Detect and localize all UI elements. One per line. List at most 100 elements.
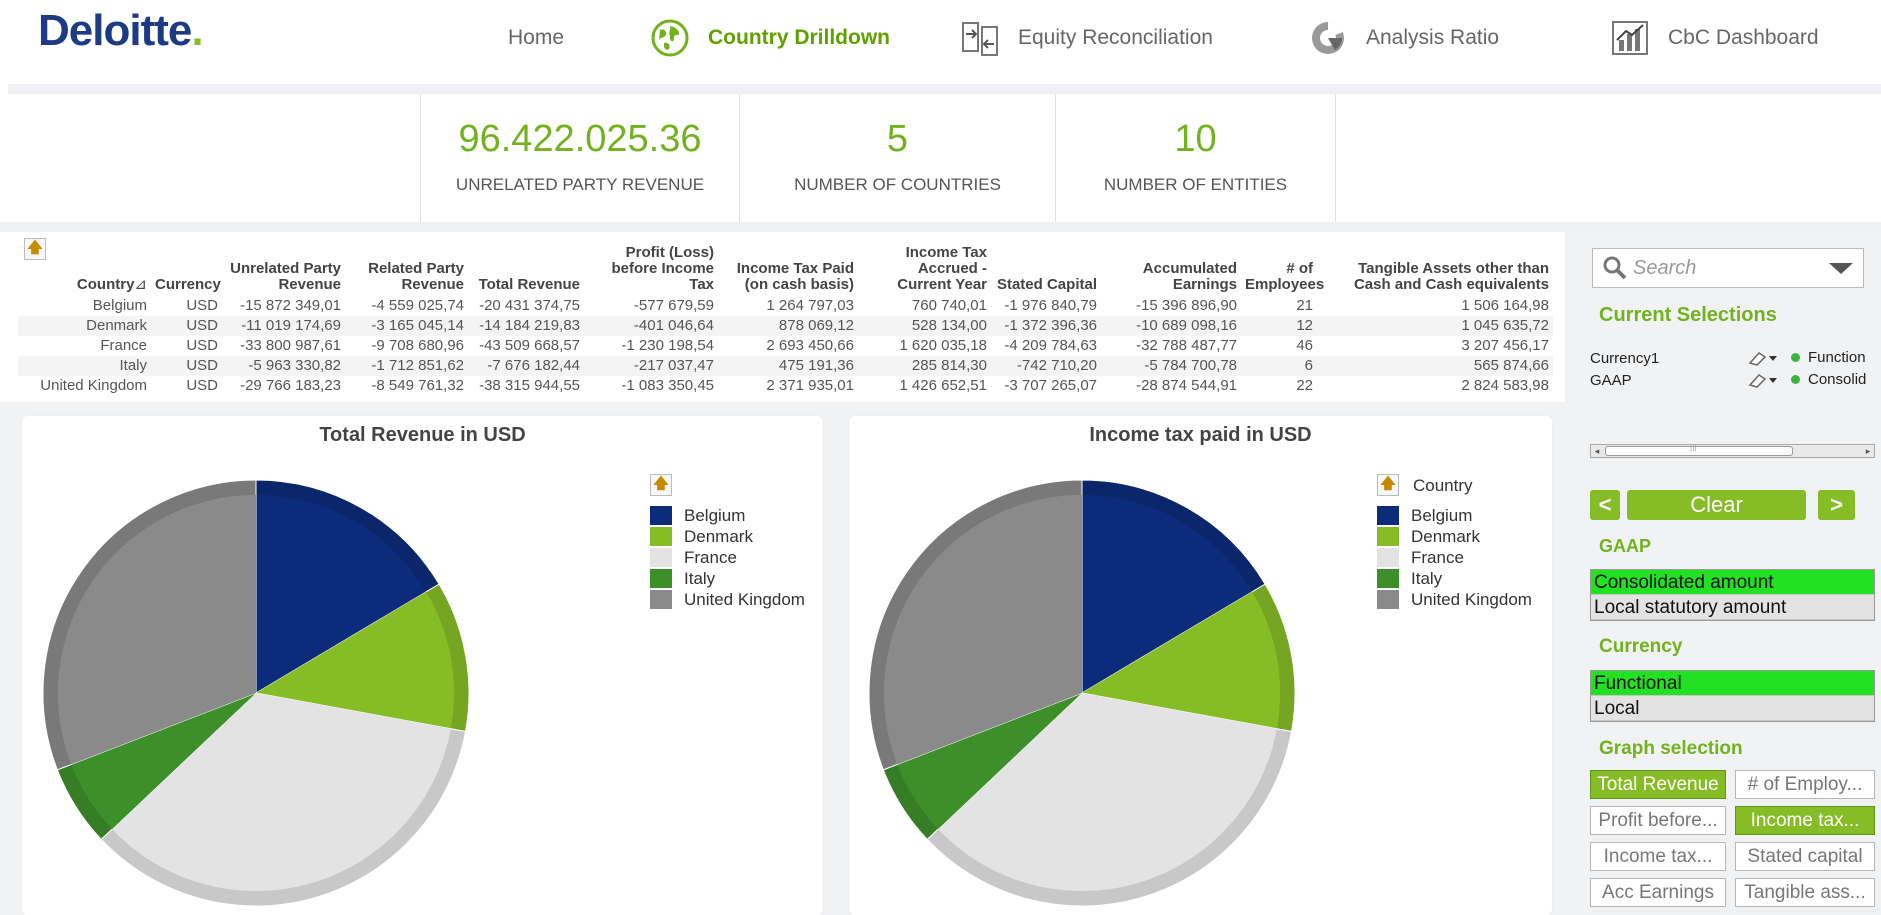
graph-selection-button[interactable]: Profit before... bbox=[1590, 806, 1726, 835]
selection-controls: Function bbox=[1747, 349, 1866, 366]
column-header[interactable]: # of Employees bbox=[1241, 236, 1324, 296]
current-selections-title: Current Selections bbox=[1599, 304, 1777, 326]
chevron-down-icon[interactable] bbox=[1829, 263, 1853, 274]
column-header[interactable]: Accumulated Earnings bbox=[1101, 236, 1241, 296]
table-cell: -43 509 668,57 bbox=[468, 336, 584, 356]
current-selection-row[interactable]: Currency1 Function bbox=[1590, 347, 1881, 369]
search-icon bbox=[1603, 256, 1627, 280]
scrollbar-thumb[interactable]: III bbox=[1605, 444, 1793, 456]
column-header[interactable]: Income Tax Paid (on cash basis) bbox=[718, 236, 858, 296]
table-row[interactable]: Belgium USD -15 872 349,01 -4 559 025,74 -20… bbox=[18, 296, 1553, 316]
table-cell: -7 676 182,44 bbox=[468, 356, 584, 376]
column-header[interactable]: Tangible Assets other than Cash and Cash… bbox=[1317, 236, 1553, 296]
current-selection-row[interactable]: GAAP Consolid bbox=[1590, 369, 1881, 391]
legend-item[interactable]: Italy bbox=[650, 568, 805, 589]
eraser-icon[interactable] bbox=[1747, 350, 1781, 366]
listbox-item[interactable]: Local statutory amount bbox=[1591, 595, 1874, 620]
table-row[interactable]: France USD -33 800 987,61 -9 708 680,96 -43 … bbox=[18, 336, 1553, 356]
legend-item[interactable]: France bbox=[650, 547, 805, 568]
table-row[interactable]: Italy USD -5 963 330,82 -1 712 851,62 -7 676… bbox=[18, 356, 1553, 376]
legend-swatch bbox=[650, 527, 672, 546]
table-cell: -28 874 544,91 bbox=[1101, 376, 1241, 396]
legend-item[interactable]: Denmark bbox=[1377, 526, 1532, 547]
legend-item[interactable]: Denmark bbox=[650, 526, 805, 547]
clear-button[interactable]: Clear bbox=[1627, 490, 1806, 520]
graph-selection-button[interactable]: Stated capital bbox=[1735, 842, 1875, 871]
previous-selection-button[interactable]: < bbox=[1590, 490, 1620, 520]
legend-item[interactable]: France bbox=[1377, 547, 1532, 568]
column-header-label: Total Revenue bbox=[478, 276, 580, 293]
scroll-left-icon[interactable]: ◂ bbox=[1591, 445, 1603, 457]
nav-home[interactable]: Home bbox=[508, 18, 564, 58]
legend-item[interactable]: United Kingdom bbox=[650, 589, 805, 610]
table-cell: -38 315 944,55 bbox=[468, 376, 584, 396]
nav-country-drilldown[interactable]: Country Drilldown bbox=[650, 18, 890, 58]
column-header[interactable]: Stated Capital bbox=[991, 236, 1101, 296]
graph-selection-button[interactable]: Income tax... bbox=[1590, 842, 1726, 871]
legend-swatch bbox=[1377, 569, 1399, 588]
sort-icon[interactable]: ⊿ bbox=[134, 276, 147, 293]
scroll-grip: III bbox=[1690, 444, 1697, 453]
status-dot-icon bbox=[1791, 375, 1800, 384]
graph-selection-button[interactable]: Tangible ass... bbox=[1735, 878, 1875, 907]
column-header[interactable]: Income Tax Accrued - Current Year bbox=[858, 236, 991, 296]
legend-item[interactable]: Belgium bbox=[650, 505, 805, 526]
table-cell: -33 800 987,61 bbox=[222, 336, 345, 356]
horizontal-scrollbar[interactable]: ◂ III ▸ bbox=[1590, 444, 1875, 458]
total-revenue-pie-chart[interactable] bbox=[22, 416, 823, 915]
drill-up-icon[interactable]: 🡅 bbox=[650, 474, 672, 496]
table-row[interactable]: United Kingdom USD -29 766 183,23 -8 549 76… bbox=[18, 376, 1553, 396]
column-header[interactable]: Total Revenue bbox=[468, 236, 584, 296]
table-cell: -10 689 098,16 bbox=[1101, 316, 1241, 336]
eraser-icon[interactable] bbox=[1747, 372, 1781, 388]
deloitte-logo[interactable]: Deloitte. bbox=[38, 6, 204, 56]
table-cell: -1 372 396,36 bbox=[991, 316, 1101, 336]
listbox-item[interactable]: Local bbox=[1591, 696, 1874, 721]
table-cell: USD bbox=[151, 336, 222, 356]
top-navigation: Deloitte. Home Country Drilldown Equity … bbox=[0, 0, 1881, 84]
legend-item[interactable]: United Kingdom bbox=[1377, 589, 1532, 610]
table-cell: 285 814,30 bbox=[858, 356, 991, 376]
table-cell: -3 165 045,14 bbox=[345, 316, 468, 336]
column-header[interactable]: Country⊿ bbox=[18, 236, 151, 296]
table-row[interactable]: Denmark USD -11 019 174,69 -3 165 045,14 -14… bbox=[18, 316, 1553, 336]
table-cell: France bbox=[18, 336, 151, 356]
legend-item[interactable]: Italy bbox=[1377, 568, 1532, 589]
column-header[interactable]: Currency bbox=[151, 236, 222, 296]
table-cell: -29 766 183,23 bbox=[222, 376, 345, 396]
table-cell: -1 230 198,54 bbox=[584, 336, 718, 356]
column-header[interactable]: Profit (Loss) before Income Tax bbox=[584, 236, 718, 296]
search-box[interactable]: Search bbox=[1592, 248, 1864, 288]
nav-equity-reconciliation-label: Equity Reconciliation bbox=[1018, 26, 1213, 49]
column-header[interactable]: Related Party Revenue bbox=[345, 236, 468, 296]
column-header-label: Income Tax Accrued - Current Year bbox=[897, 244, 987, 293]
graph-selection-button[interactable]: Total Revenue bbox=[1590, 770, 1726, 799]
table-cell: 1 506 164,98 bbox=[1317, 296, 1553, 316]
column-header-label: # of Employees bbox=[1245, 260, 1325, 293]
listbox-item[interactable]: Consolidated amount bbox=[1591, 570, 1874, 595]
nav-cbc-dashboard[interactable]: CbC Dashboard bbox=[1610, 18, 1819, 58]
kpi-unrelated-party-revenue: 96.422.025.36 UNRELATED PARTY REVENUE bbox=[420, 94, 740, 222]
column-header[interactable]: Unrelated Party Revenue bbox=[222, 236, 345, 296]
table-cell: -742 710,20 bbox=[991, 356, 1101, 376]
next-selection-button[interactable]: > bbox=[1818, 490, 1855, 520]
listbox-item[interactable]: Functional bbox=[1591, 671, 1874, 696]
table-cell: -5 963 330,82 bbox=[222, 356, 345, 376]
table-cell: USD bbox=[151, 316, 222, 336]
currency-listbox: Functional Local bbox=[1590, 670, 1875, 722]
column-header-label: Accumulated Earnings bbox=[1142, 260, 1237, 293]
nav-analysis-ratio[interactable]: Analysis Ratio bbox=[1308, 18, 1499, 58]
table-cell: -15 872 349,01 bbox=[222, 296, 345, 316]
table-cell: -32 788 487,77 bbox=[1101, 336, 1241, 356]
graph-selection-button[interactable]: Income tax... bbox=[1735, 806, 1875, 835]
selection-controls: Consolid bbox=[1747, 371, 1866, 388]
gaap-listbox: Consolidated amount Local statutory amoun… bbox=[1590, 569, 1875, 621]
nav-equity-reconciliation[interactable]: Equity Reconciliation bbox=[960, 18, 1213, 58]
legend-item[interactable]: Belgium bbox=[1377, 505, 1532, 526]
legend-label: Italy bbox=[684, 568, 716, 588]
graph-selection-button[interactable]: # of Employ... bbox=[1735, 770, 1875, 799]
nav-analysis-ratio-label: Analysis Ratio bbox=[1366, 26, 1500, 49]
scroll-right-icon[interactable]: ▸ bbox=[1862, 445, 1874, 457]
drill-up-icon[interactable]: 🡅 bbox=[1377, 474, 1399, 496]
graph-selection-button[interactable]: Acc Earnings bbox=[1590, 878, 1726, 907]
